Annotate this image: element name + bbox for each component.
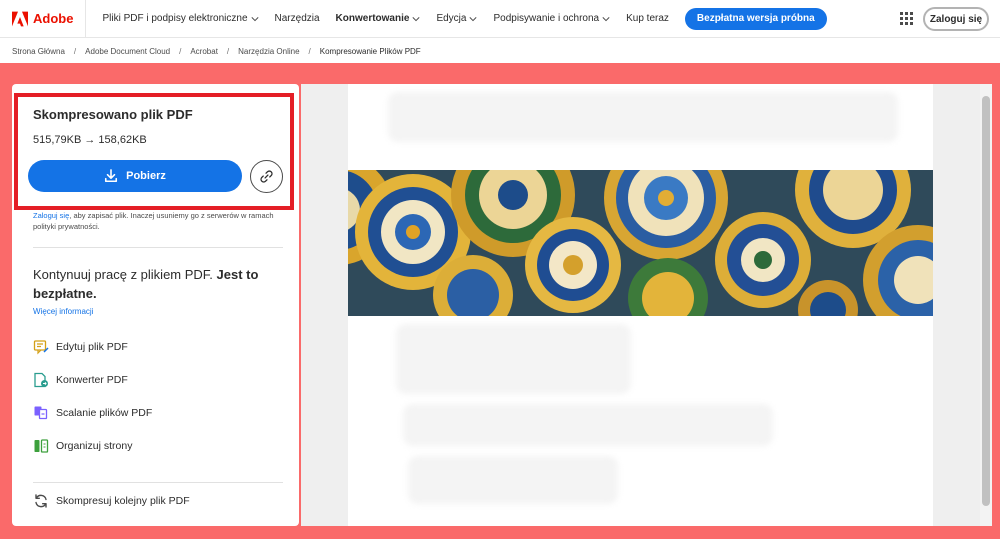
panel-divider: [33, 247, 283, 248]
organize-pages-icon: [34, 439, 49, 453]
breadcrumb-separator: /: [226, 46, 230, 56]
nav-item-label: Narzędzia: [274, 13, 320, 24]
convert-pdf-icon: [34, 372, 48, 388]
result-title: Skompresowano plik PDF: [33, 107, 193, 122]
nav-item-convert[interactable]: Konwertowanie: [328, 0, 429, 38]
tool-merge-pdf[interactable]: Scalanie plików PDF: [33, 405, 152, 421]
nav-divider: [85, 0, 87, 38]
nav-item-tools[interactable]: Narzędzia: [267, 0, 328, 38]
save-notice-text: , aby zapisać plik. Inaczej usuniemy go …: [33, 211, 274, 231]
continue-text: Kontynuuj pracę z plikiem PDF.: [33, 267, 217, 282]
login-button[interactable]: Zaloguj się: [923, 7, 989, 31]
nav-item-edit[interactable]: Edycja: [428, 0, 485, 38]
nav-item-label: Pliki PDF i podpisy elektroniczne: [102, 13, 248, 24]
compress-again-button[interactable]: Skompresuj kolejny plik PDF: [33, 493, 190, 509]
blurred-content: [403, 404, 773, 446]
top-navigation: Adobe Pliki PDF i podpisy elektroniczne …: [0, 0, 1000, 38]
chevron-down-icon: [469, 16, 478, 21]
breadcrumb-item-document-cloud[interactable]: Adobe Document Cloud: [85, 47, 170, 56]
nav-item-label: Konwertowanie: [335, 13, 410, 24]
tool-label: Edytuj plik PDF: [56, 341, 128, 353]
edit-pdf-icon: [33, 340, 49, 355]
tool-label: Konwerter PDF: [56, 374, 128, 386]
nav-item-pdf-and-signatures[interactable]: Pliki PDF i podpisy elektroniczne: [94, 0, 266, 38]
file-size-comparison: 515,79KB → 158,62KB: [33, 134, 147, 146]
breadcrumb-item-acrobat[interactable]: Acrobat: [190, 47, 218, 56]
blurred-content: [388, 92, 898, 142]
breadcrumb-separator: /: [179, 46, 182, 56]
merge-pdf-icon: [34, 406, 48, 420]
login-link[interactable]: Zaloguj się: [33, 211, 69, 220]
plates-image-graphic: [348, 170, 933, 316]
blurred-content: [396, 324, 631, 394]
panel-divider: [33, 482, 283, 483]
breadcrumb-separator: /: [308, 46, 311, 56]
tool-label: Organizuj strony: [56, 440, 133, 452]
adobe-wordmark: Adobe: [33, 11, 74, 26]
tool-label: Scalanie plików PDF: [56, 407, 153, 419]
link-icon: [260, 170, 273, 183]
download-button-label: Pobierz: [126, 170, 166, 182]
adobe-logo[interactable]: Adobe: [12, 11, 73, 27]
free-trial-button[interactable]: Bezpłatna wersja próbna: [684, 7, 827, 30]
continue-heading: Kontynuuj pracę z plikiem PDF. Jest to b…: [33, 265, 273, 303]
app-switcher-icon[interactable]: [900, 12, 913, 25]
breadcrumb-item-home[interactable]: Strona Główna: [12, 47, 65, 56]
breadcrumb-item-online-tools[interactable]: Narzędzia Online: [238, 47, 299, 56]
refresh-icon: [35, 494, 47, 508]
compress-again-label: Skompresuj kolejny plik PDF: [56, 495, 190, 507]
chevron-down-icon: [250, 16, 259, 21]
nav-item-label: Podpisywanie i ochrona: [493, 13, 600, 24]
download-button[interactable]: Pobierz: [28, 160, 242, 192]
blurred-content: [408, 456, 618, 504]
nav-item-label: Kup teraz: [626, 13, 669, 24]
breadcrumb-separator: /: [73, 46, 77, 56]
breadcrumb-item-current: Kompresowanie Plików PDF: [319, 46, 421, 56]
nav-item-sign-and-protect[interactable]: Podpisywanie i ochrona: [485, 0, 618, 38]
tool-convert-pdf[interactable]: Konwerter PDF: [33, 372, 128, 388]
nav-item-label: Edycja: [436, 13, 467, 24]
breadcrumb: Strona Główna / Adobe Document Cloud / A…: [0, 39, 1000, 63]
share-link-button[interactable]: [250, 160, 283, 193]
tool-edit-pdf[interactable]: Edytuj plik PDF: [33, 339, 128, 355]
tool-organize-pages[interactable]: Organizuj strony: [33, 438, 132, 454]
chevron-down-icon: [412, 16, 420, 21]
download-icon: [105, 169, 118, 183]
preview-scrollbar-thumb[interactable]: [982, 96, 990, 506]
nav-item-buy-now[interactable]: Kup teraz: [618, 0, 677, 38]
more-info-link[interactable]: Więcej informacji: [33, 307, 93, 316]
chevron-down-icon: [602, 16, 610, 21]
decorative-plates-image: [348, 170, 933, 316]
adobe-logo-icon: [12, 11, 28, 26]
save-notice: Zaloguj się, aby zapisać plik. Inaczej u…: [33, 210, 283, 232]
